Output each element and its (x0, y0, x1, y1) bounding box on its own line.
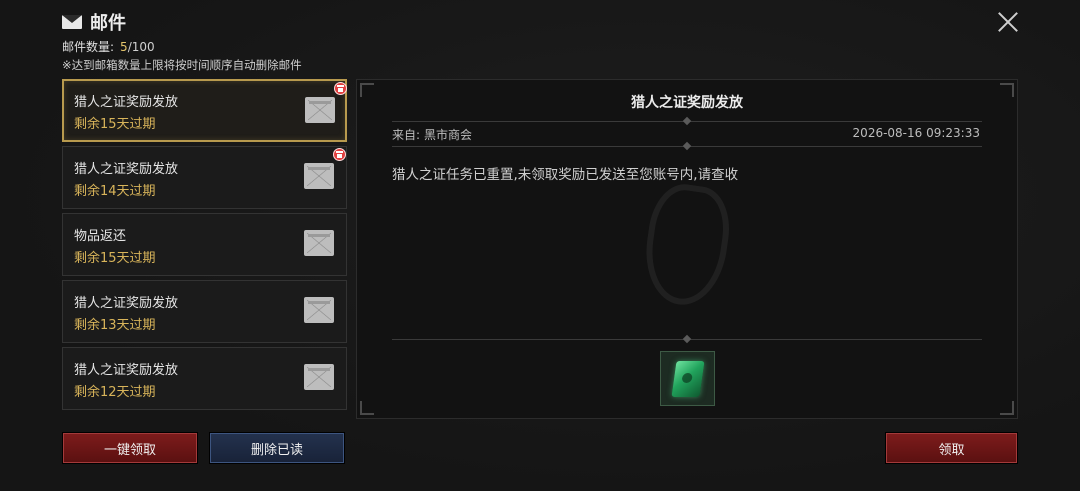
mail-icon (62, 15, 82, 29)
reward-item-slot[interactable] (660, 351, 715, 406)
background-emblem (639, 180, 735, 310)
mail-item-title: 猎人之证奖励发放 (74, 296, 179, 311)
divider-ornament (682, 116, 692, 126)
gift-badge-icon (334, 82, 347, 95)
envelope-icon (305, 97, 335, 123)
close-icon[interactable] (996, 10, 1020, 34)
mail-sender-label: 来自: (392, 128, 421, 142)
mail-body: 猎人之证任务已重置,未领取奖励已发送至您账号内,请查收 (392, 167, 739, 183)
mail-count-value: 5 (120, 40, 128, 54)
mail-limit-note: ※达到邮箱数量上限将按时间顺序自动删除邮件 (62, 58, 302, 72)
mail-item-expiry: 剩余12天过期 (74, 385, 156, 400)
green-card-icon (671, 361, 705, 397)
mail-item-title: 物品返还 (74, 229, 127, 244)
claim-all-button[interactable]: 一键领取 (62, 432, 198, 464)
divider-ornament (682, 141, 692, 151)
window-title-text: 邮件 (90, 13, 126, 34)
mail-item-title: 猎人之证奖励发放 (74, 95, 179, 110)
divider (392, 334, 982, 344)
mail-item-expiry: 剩余15天过期 (74, 251, 156, 266)
envelope-icon (304, 364, 334, 390)
panel-corner-ornament (360, 401, 374, 415)
mail-item[interactable]: 猎人之证奖励发放 剩余14天过期 (62, 146, 347, 209)
claim-button[interactable]: 领取 (885, 432, 1018, 464)
mail-item[interactable]: 猎人之证奖励发放 剩余15天过期 (62, 79, 347, 142)
mail-item-title: 猎人之证奖励发放 (74, 363, 179, 378)
mail-date: 2026-08-16 09:23:33 (852, 126, 980, 140)
mail-detail-panel: 猎人之证奖励发放 来自: 黑市商会 2026-08-16 09:23:33 猎人之… (356, 79, 1018, 419)
mail-item[interactable]: 猎人之证奖励发放 剩余12天过期 (62, 347, 347, 410)
envelope-icon (304, 230, 334, 256)
mail-item-expiry: 剩余15天过期 (74, 117, 156, 132)
mail-list: 猎人之证奖励发放 剩余15天过期 猎人之证奖励发放 剩余14天过期 物品返还 剩… (62, 79, 347, 414)
mail-item-title: 猎人之证奖励发放 (74, 162, 179, 177)
mail-sender: 来自: 黑市商会 (392, 126, 472, 143)
mail-item-expiry: 剩余14天过期 (74, 184, 156, 199)
gift-badge-icon (333, 148, 346, 161)
mail-count-label: 邮件数量: (62, 40, 115, 54)
delete-read-button[interactable]: 删除已读 (209, 432, 345, 464)
divider (392, 116, 982, 126)
mail-count-total: /100 (127, 40, 155, 54)
mail-window: 邮件 邮件数量: 5/100 ※达到邮箱数量上限将按时间顺序自动删除邮件 猎人之证… (0, 0, 1080, 491)
mail-sender-value: 黑市商会 (424, 128, 473, 142)
envelope-icon (304, 297, 334, 323)
divider-ornament (682, 334, 692, 344)
mail-item[interactable]: 物品返还 剩余15天过期 (62, 213, 347, 276)
mail-detail-title: 猎人之证奖励发放 (631, 95, 743, 111)
mail-item-expiry: 剩余13天过期 (74, 318, 156, 333)
mail-count: 邮件数量: 5/100 (62, 38, 155, 55)
window-title: 邮件 (62, 9, 126, 35)
divider (392, 141, 982, 151)
mail-item[interactable]: 猎人之证奖励发放 剩余13天过期 (62, 280, 347, 343)
envelope-icon (304, 163, 334, 189)
panel-corner-ornament (1000, 401, 1014, 415)
